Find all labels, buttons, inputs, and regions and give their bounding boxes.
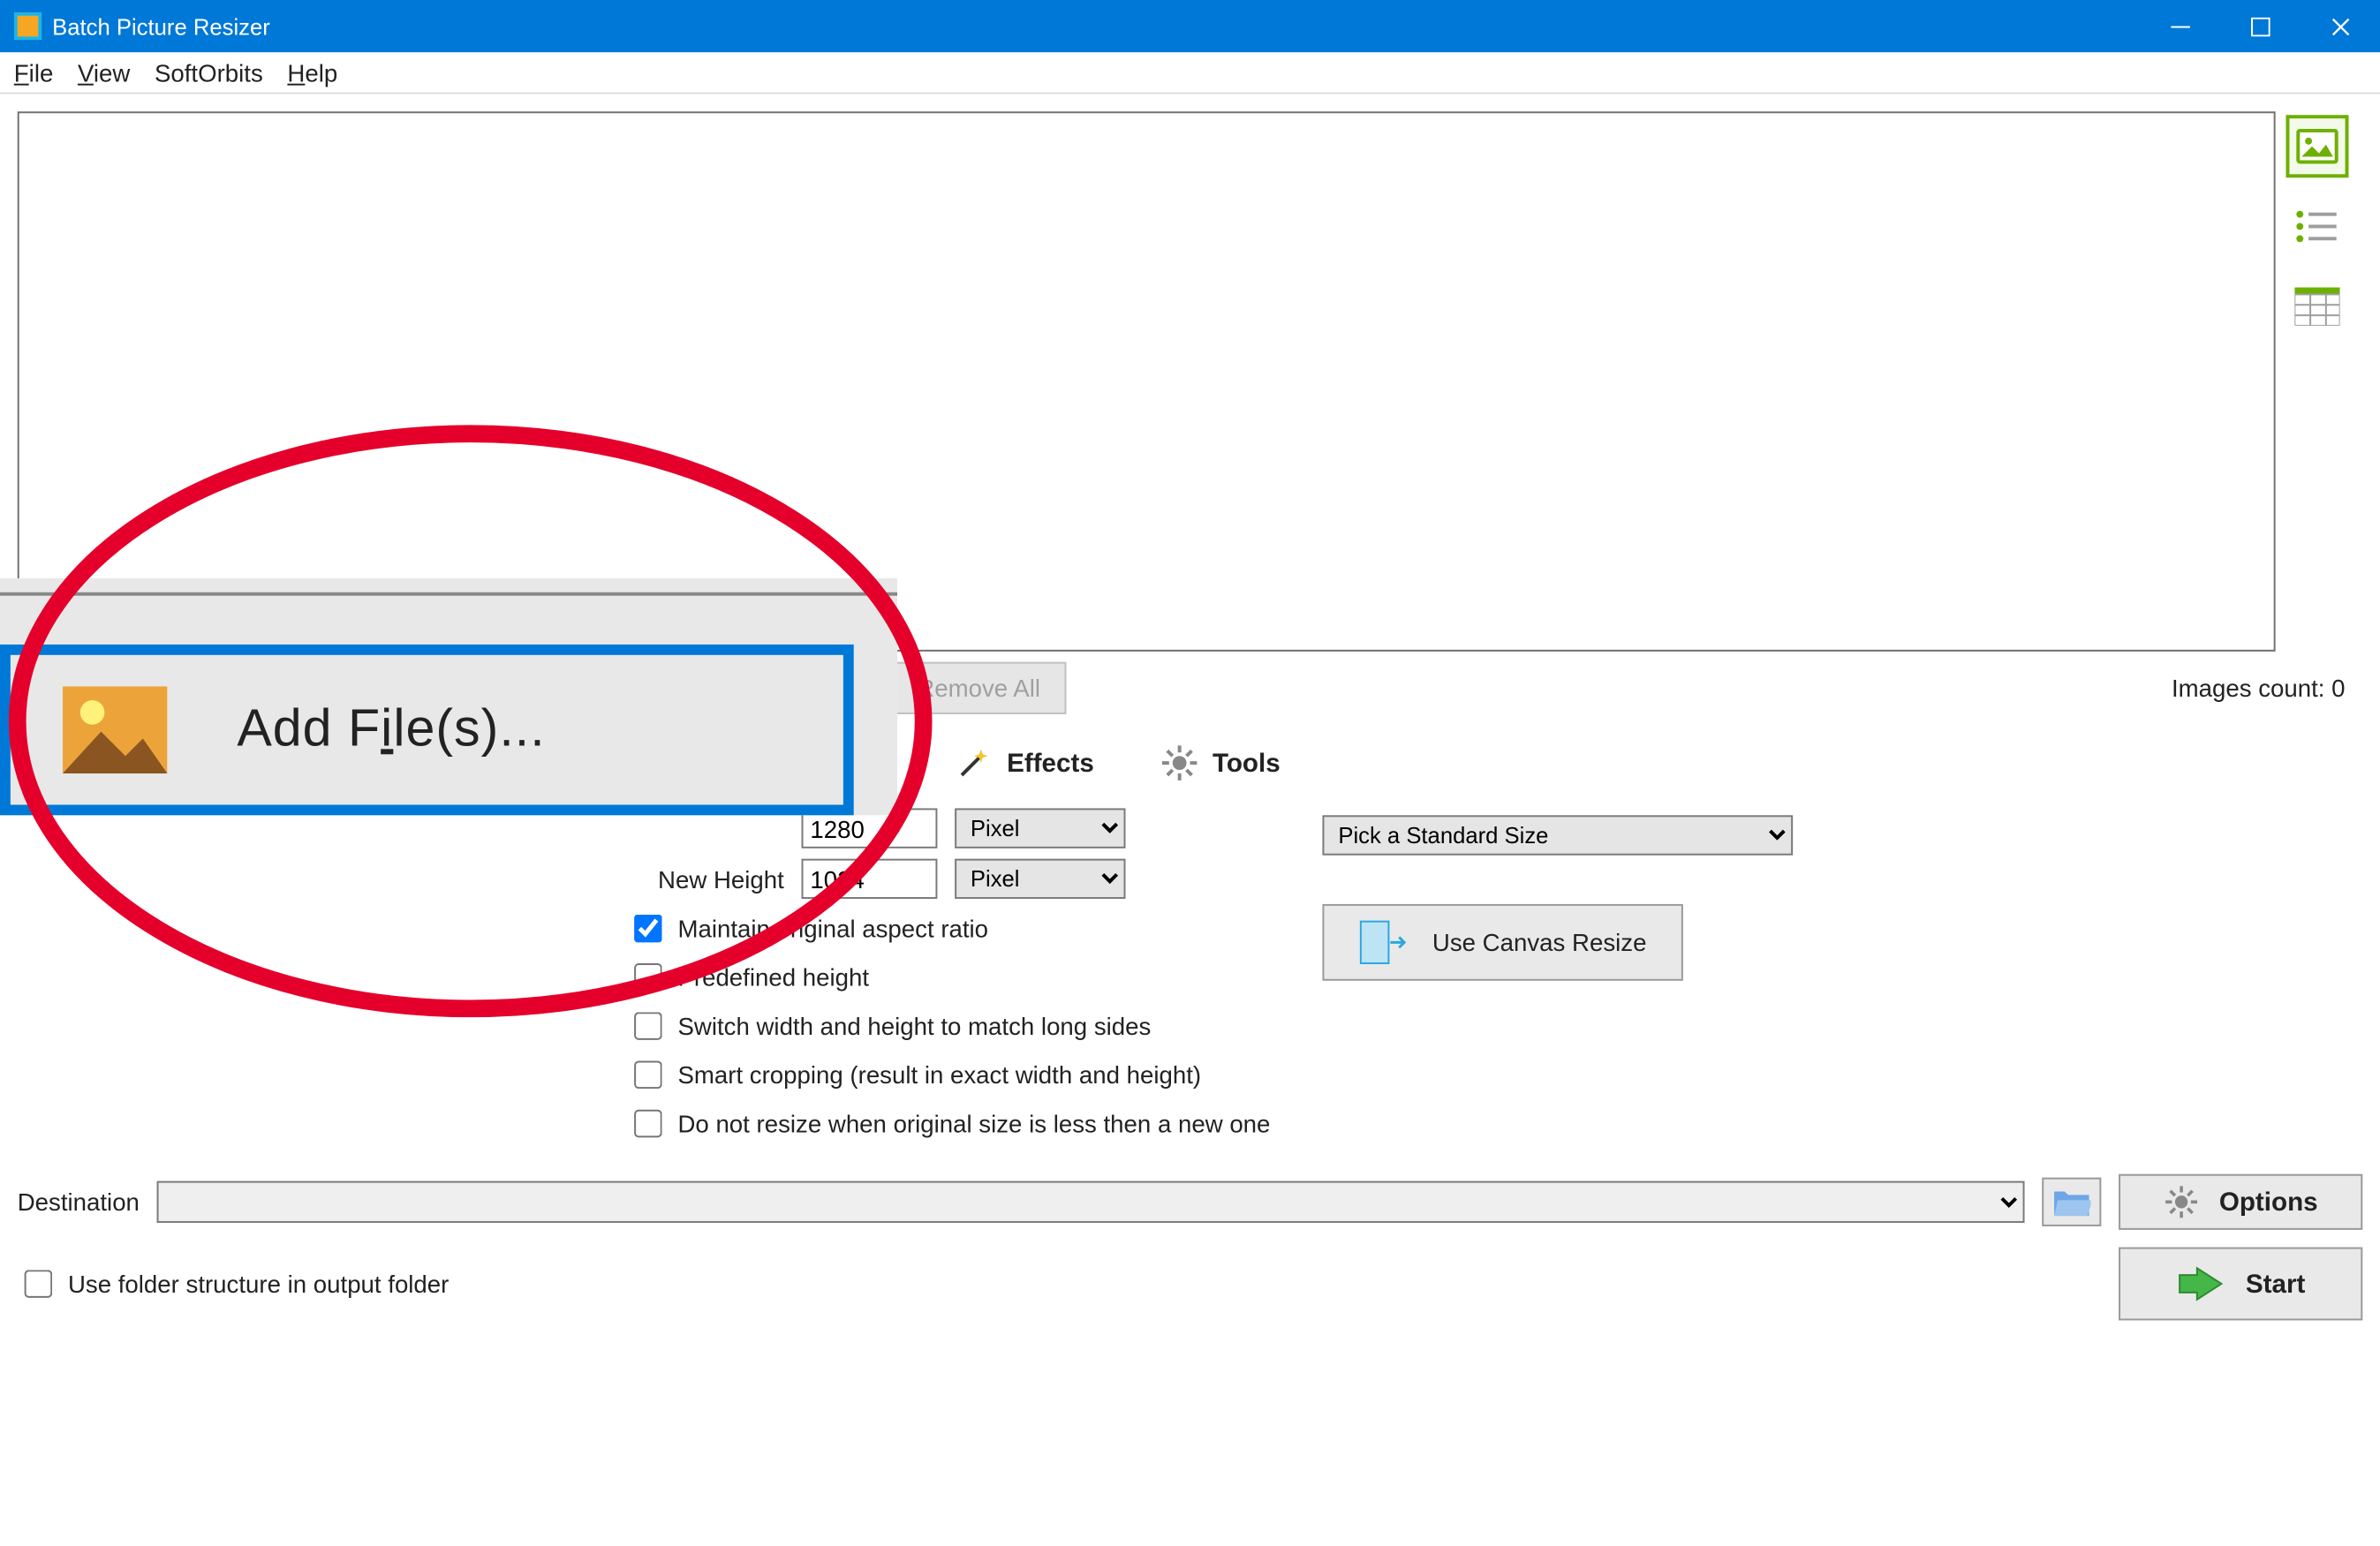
resize-panel: New Width Pixel …New Height Pixel Mainta… [18, 808, 2363, 1143]
wand-icon [955, 743, 993, 781]
destination-select[interactable] [157, 1181, 2025, 1223]
app-icon [14, 12, 42, 41]
menu-view[interactable]: View [78, 58, 130, 87]
gear-icon [1160, 743, 1198, 781]
menu-bar: File View SoftOrbits Help [0, 52, 2380, 94]
menu-file[interactable]: File [14, 58, 54, 87]
minimize-button[interactable] [2140, 0, 2220, 52]
options-label: Options [2219, 1188, 2318, 1218]
predefined-height-label: Predefined height [677, 963, 869, 992]
switch-wh-label: Switch width and height to match long si… [677, 1012, 1151, 1040]
start-button[interactable]: Start [2119, 1248, 2362, 1321]
height-unit-select[interactable]: Pixel [955, 859, 1125, 899]
picture-icon [2294, 127, 2339, 165]
new-height-input[interactable] [802, 859, 938, 899]
folder-open-icon [2052, 1187, 2090, 1218]
maintain-aspect-checkbox[interactable] [634, 915, 662, 943]
switch-wh-checkbox[interactable] [634, 1012, 662, 1040]
no-resize-label: Do not resize when original size is less… [677, 1110, 1270, 1138]
destination-label: Destination [18, 1188, 140, 1217]
view-thumbnails-button[interactable] [2286, 115, 2348, 177]
maximize-button[interactable] [2219, 0, 2300, 52]
tab-tools[interactable]: Tools [1134, 732, 1306, 795]
tab-label: Effects [1007, 748, 1094, 778]
width-unit-select[interactable]: Pixel [955, 808, 1125, 848]
canvas-resize-label: Use Canvas Resize [1432, 929, 1647, 957]
close-button[interactable] [2300, 0, 2380, 52]
title-bar: Batch Picture Resizer [0, 0, 2380, 52]
tab-effects[interactable]: Effects [928, 732, 1120, 795]
picture-icon [63, 686, 167, 773]
smart-crop-checkbox[interactable] [634, 1061, 662, 1090]
use-folder-structure-checkbox[interactable] [25, 1270, 53, 1298]
maintain-aspect-label: Maintain original aspect ratio [677, 915, 988, 943]
no-resize-checkbox[interactable] [634, 1110, 662, 1138]
play-arrow-icon [2176, 1264, 2225, 1302]
canvas-resize-button[interactable]: Use Canvas Resize [1323, 904, 1683, 981]
smart-crop-label: Smart cropping (result in exact width an… [677, 1061, 1201, 1090]
view-list-button[interactable] [2286, 195, 2348, 258]
remove-all-label: Remove All [917, 675, 1040, 703]
gear-icon [2164, 1185, 2198, 1219]
options-button[interactable]: Options [2119, 1174, 2362, 1230]
list-icon [2294, 209, 2339, 244]
preview-pane [18, 111, 2276, 652]
use-folder-structure-label: Use folder structure in output folder [68, 1270, 449, 1298]
tab-label: Tools [1213, 748, 1281, 778]
new-height-label: …New Height [627, 865, 784, 894]
window-controls [2140, 0, 2380, 52]
window-title: Batch Picture Resizer [52, 13, 270, 40]
menu-help[interactable]: Help [287, 58, 337, 87]
view-grid-button[interactable] [2286, 275, 2348, 338]
annotation-magnified-button: Add File(s)... [0, 578, 897, 815]
view-toggle [2286, 111, 2362, 652]
images-count: Images count: 0 [2172, 675, 2362, 703]
grid-icon [2294, 288, 2339, 326]
browse-folder-button[interactable] [2042, 1178, 2101, 1226]
start-label: Start [2246, 1269, 2305, 1299]
predefined-height-checkbox[interactable] [634, 963, 662, 992]
canvas-icon [1359, 920, 1408, 965]
menu-softorbits[interactable]: SoftOrbits [155, 58, 263, 87]
annotation-label: Add File(s)... [237, 700, 545, 759]
standard-size-select[interactable]: Pick a Standard Size [1323, 815, 1794, 855]
